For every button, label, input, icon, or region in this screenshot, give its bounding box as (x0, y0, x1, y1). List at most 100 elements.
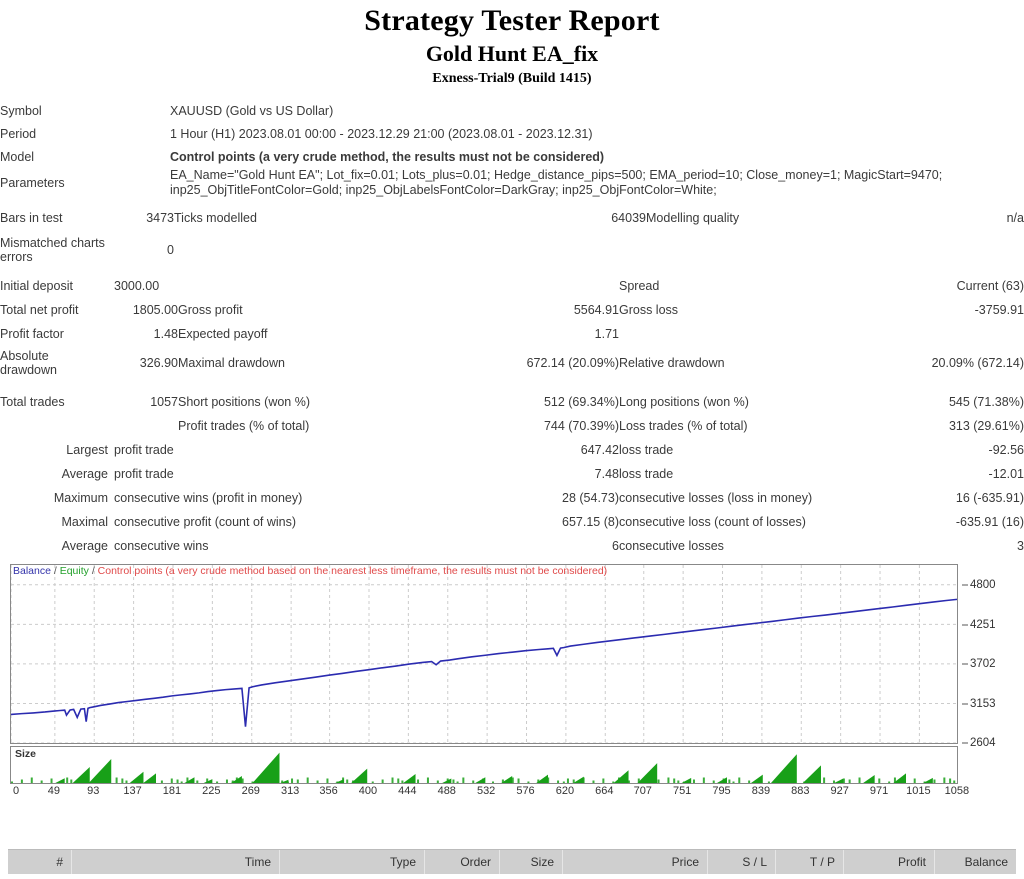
table-column-header[interactable]: S / L (708, 850, 776, 874)
x-axis-label: 444 (398, 785, 416, 797)
average-loss-trade-label: loss trade (619, 462, 874, 486)
relative-drawdown-label: Relative drawdown (619, 346, 874, 380)
y-axis-tick (962, 664, 968, 665)
stats-row-profit-factor: Profit factor 1.48 Expected payoff 1.71 (0, 322, 1024, 346)
table-column-header[interactable]: Type (280, 850, 425, 874)
modelling-quality-label: Modelling quality (646, 206, 874, 230)
info-row-symbol: Symbol XAUUSD (Gold vs US Dollar) (0, 99, 1024, 122)
avg-consecutive-wins-value: 6 (433, 534, 619, 558)
table-column-header[interactable]: T / P (776, 850, 844, 874)
expected-payoff-label: Expected payoff (178, 322, 433, 346)
x-axis-label: 0 (13, 785, 19, 797)
bars-in-test-label: Bars in test (0, 206, 108, 230)
parameters-label: Parameters (0, 168, 170, 198)
x-axis-label: 400 (359, 785, 377, 797)
table-column-header[interactable]: Size (500, 850, 563, 874)
average-consecutive-label: Average (0, 534, 108, 558)
symbol-label: Symbol (0, 99, 170, 122)
loss-trades-value: 313 (29.61%) (874, 414, 1024, 438)
total-net-profit-value: 1805.00 (108, 298, 178, 322)
x-axis-label: 1015 (906, 785, 930, 797)
report-header: Strategy Tester Report Gold Hunt EA_fix … (0, 0, 1024, 87)
largest-loss-trade-value: -92.56 (874, 438, 1024, 462)
total-trades-value: 1057 (108, 390, 178, 414)
x-axis-label: 488 (438, 785, 456, 797)
maximal-consecutive-loss-label: consecutive loss (count of losses) (619, 510, 874, 534)
y-axis-label: 4251 (970, 619, 996, 631)
x-axis-label: 839 (752, 785, 770, 797)
stats-row-total-trades: Total trades 1057 Short positions (won %… (0, 390, 1024, 414)
stats-row-mismatched: Mismatched charts errors 0 (0, 230, 1024, 270)
model-label: Model (0, 145, 170, 168)
stats-row-average-consecutive: Average consecutive wins 6 consecutive l… (0, 534, 1024, 558)
money-stats-table: Initial deposit 3000.00 Spread Current (… (0, 274, 1024, 380)
x-axis-label: 49 (48, 785, 60, 797)
profit-factor-label: Profit factor (0, 322, 108, 346)
legend-separator-2: / (92, 565, 95, 577)
maximal-drawdown-label: Maximal drawdown (178, 346, 433, 380)
short-positions-label: Short positions (won %) (178, 390, 433, 414)
short-positions-value: 512 (69.34%) (433, 390, 619, 414)
legend-balance: Balance (13, 565, 51, 577)
report-subtitle: Gold Hunt EA_fix (0, 40, 1024, 69)
profit-trades-value: 744 (70.39%) (433, 414, 619, 438)
y-axis-tick (962, 703, 968, 704)
loss-trades-label: Loss trades (% of total) (619, 414, 874, 438)
max-consecutive-losses-value: 16 (-635.91) (874, 486, 1024, 510)
symbol-value: XAUUSD (Gold vs US Dollar) (170, 99, 1024, 122)
x-axis-label: 576 (516, 785, 534, 797)
x-axis-label: 883 (791, 785, 809, 797)
initial-deposit-value: 3000.00 (108, 274, 178, 298)
stats-row-bars: Bars in test 3473 Ticks modelled 64039 M… (0, 206, 1024, 230)
x-axis-label: 269 (242, 785, 260, 797)
maximal-drawdown-value: 672.14 (20.09%) (433, 346, 619, 380)
largest-profit-trade-label: profit trade (108, 438, 178, 462)
legend-separator-1: / (54, 565, 57, 577)
x-axis-label: 664 (595, 785, 613, 797)
table-column-header[interactable]: Price (563, 850, 708, 874)
avg-consecutive-losses-label: consecutive losses (619, 534, 874, 558)
max-consecutive-wins-value: 28 (54.73) (433, 486, 619, 510)
gross-loss-label: Gross loss (619, 298, 874, 322)
trades-table-header: #TimeTypeOrderSizePriceS / LT / PProfitB… (8, 849, 1016, 873)
mismatched-charts-errors-label: Mismatched charts errors (0, 230, 108, 270)
table-column-header[interactable]: Time (72, 850, 280, 874)
gross-profit-value: 5564.91 (433, 298, 619, 322)
balance-curve-svg (11, 565, 957, 743)
info-row-period: Period 1 Hour (H1) 2023.08.01 00:00 - 20… (0, 122, 1024, 145)
gross-profit-label: Gross profit (178, 298, 433, 322)
modelling-stats-table: Bars in test 3473 Ticks modelled 64039 M… (0, 206, 1024, 270)
table-column-header[interactable]: Balance (935, 850, 1016, 874)
expected-payoff-value: 1.71 (433, 322, 619, 346)
size-histogram-svg (11, 747, 957, 783)
table-column-header[interactable]: Order (425, 850, 500, 874)
stats-row-drawdown: Absolute drawdown 326.90 Maximal drawdow… (0, 346, 1024, 380)
stats-row-maximal: Maximal consecutive profit (count of win… (0, 510, 1024, 534)
x-axis-label: 181 (163, 785, 181, 797)
average-label: Average (0, 462, 108, 486)
initial-deposit-label: Initial deposit (0, 274, 108, 298)
table-column-header[interactable]: Profit (844, 850, 935, 874)
info-row-model: Model Control points (a very crude metho… (0, 145, 1024, 168)
x-axis-label: 795 (712, 785, 730, 797)
stats-row-profit-trades: Profit trades (% of total) 744 (70.39%) … (0, 414, 1024, 438)
maximal-consecutive-profit-value: 657.15 (8) (433, 510, 619, 534)
info-row-parameters: Parameters EA_Name="Gold Hunt EA"; Lot_f… (0, 168, 1024, 198)
x-axis-label: 1058 (945, 785, 969, 797)
period-label: Period (0, 122, 170, 145)
maximum-label: Maximum (0, 486, 108, 510)
absolute-drawdown-value: 326.90 (108, 346, 178, 380)
stats-row-net-profit: Total net profit 1805.00 Gross profit 55… (0, 298, 1024, 322)
model-value: Control points (a very crude method, the… (170, 145, 1024, 168)
stats-row-largest: Largest profit trade 647.42 loss trade -… (0, 438, 1024, 462)
x-axis-label: 707 (634, 785, 652, 797)
mismatched-charts-errors-value: 0 (108, 230, 174, 270)
x-axis-label: 313 (281, 785, 299, 797)
table-column-header[interactable]: # (8, 850, 72, 874)
legend-control-points: Control points (a very crude method base… (98, 565, 608, 577)
y-axis-label: 4800 (970, 579, 996, 591)
stats-row-maximum: Maximum consecutive wins (profit in mone… (0, 486, 1024, 510)
x-axis-label: 93 (87, 785, 99, 797)
average-profit-trade-label: profit trade (108, 462, 178, 486)
period-value: 1 Hour (H1) 2023.08.01 00:00 - 2023.12.2… (170, 122, 1024, 145)
